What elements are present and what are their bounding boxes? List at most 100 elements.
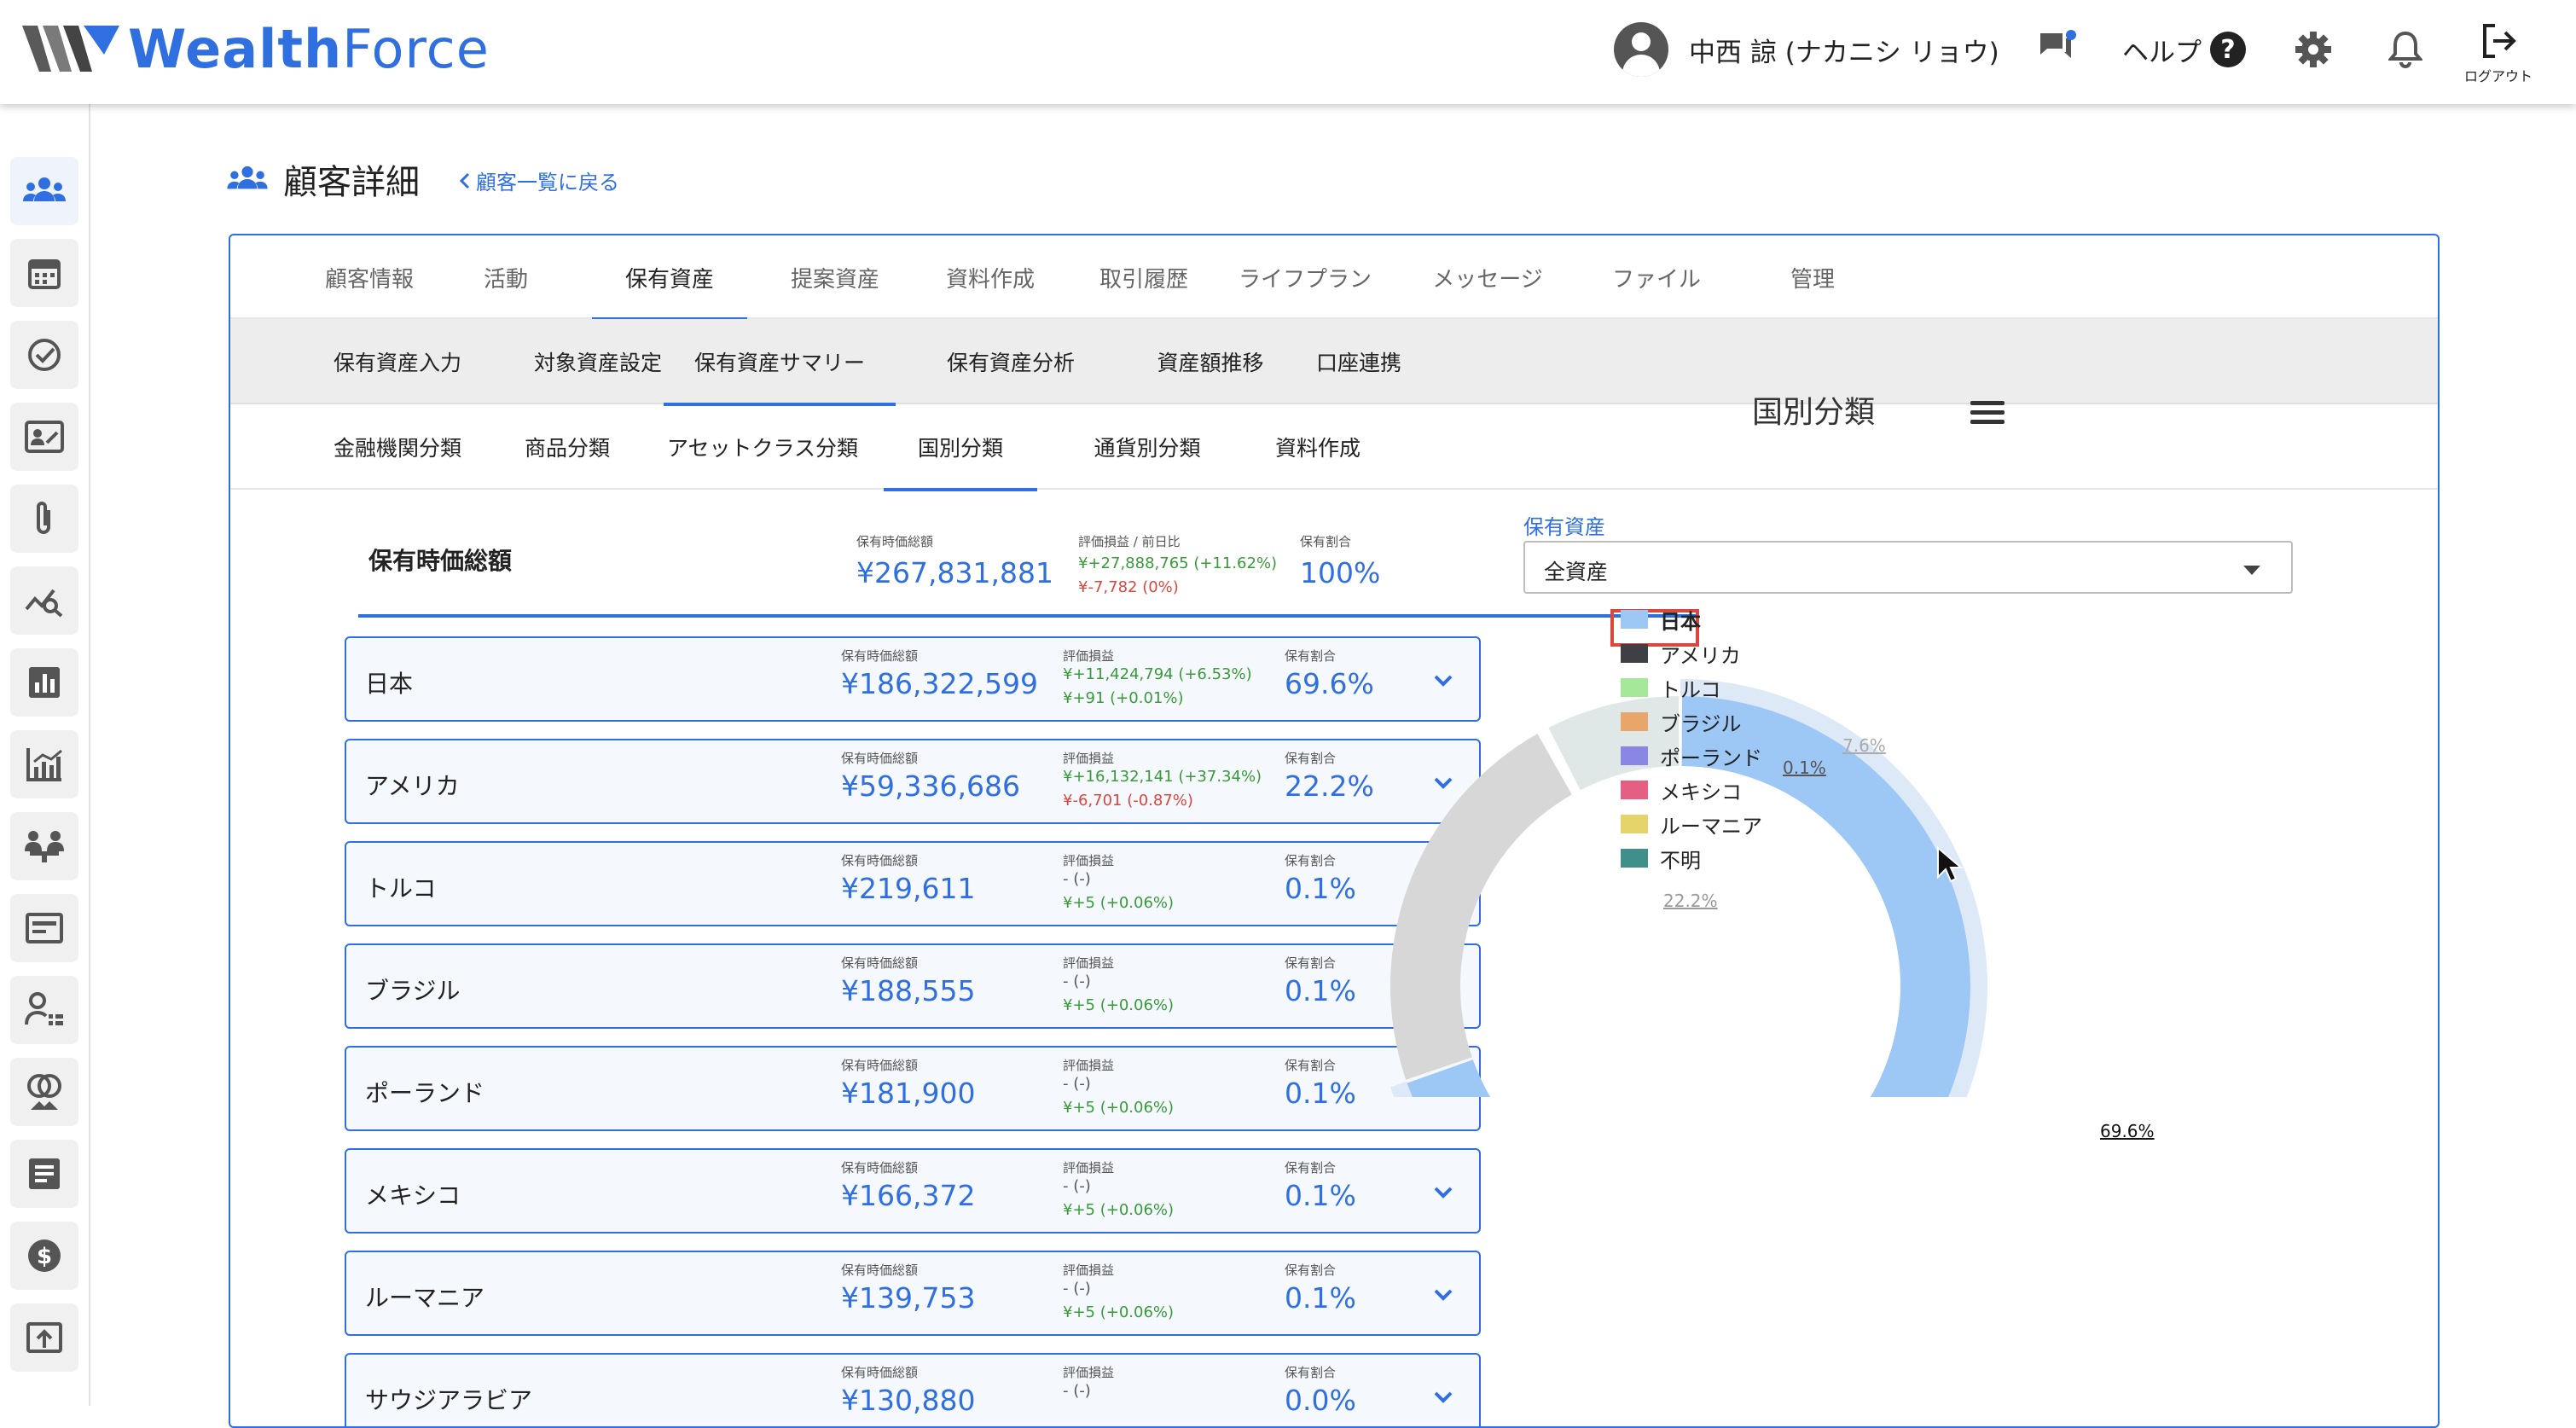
tab-activity[interactable]: 活動 [450,235,561,319]
tab-customer-info[interactable]: 顧客情報 [305,235,433,319]
customer-detail-panel: 顧客情報 活動 保有資産 提案資産 資料作成 取引履歴 ライフプラン メッセージ… [229,234,2440,1428]
legend-item[interactable]: ポーランド [1621,740,1762,771]
tab-life-plan[interactable]: ライフプラン [1220,235,1390,319]
logout-label: ログアウト [2463,68,2532,84]
caret-down-icon [2243,566,2260,575]
tab-messages[interactable]: メッセージ [1402,235,1573,319]
tab-by-asset-class[interactable]: アセットクラス分類 [647,404,879,490]
row-share: 0.1% [1285,1281,1356,1315]
sidebar-item-calendar[interactable] [10,239,78,307]
sidebar-item-statistics[interactable] [10,730,78,798]
calendar-icon [28,259,61,289]
sidebar-item-user-list[interactable] [10,976,78,1044]
brand-logo[interactable]: WealthForce [22,18,490,80]
tab-admin[interactable]: 管理 [1757,235,1868,319]
users-icon [23,177,66,201]
sidebar-item-meetings[interactable] [10,812,78,880]
tab-create-material[interactable]: 資料作成 [1237,404,1399,490]
tab-materials[interactable]: 資料作成 [918,235,1063,319]
tab-holdings-analysis[interactable]: 保有資産分析 [913,319,1109,404]
sidebar-item-tasks[interactable] [10,321,78,389]
legend-item[interactable]: トルコ [1621,672,1721,703]
country-row[interactable]: トルコ 保有時価総額 ¥219,611 評価損益 - (-) ¥+5 (+0.06%) 保有… [345,841,1481,926]
country-name: ポーランド [365,1079,485,1107]
messages-button[interactable] [2034,26,2081,73]
legend-item[interactable]: ルーマニア [1621,809,1762,839]
legend-item[interactable]: メキシコ [1621,775,1742,805]
chevron-down-icon[interactable] [1430,1384,1457,1411]
sidebar-item-customers[interactable] [10,157,78,225]
row-pl-label: 評価損益 [1063,955,1115,971]
sidebar-item-analysis[interactable] [10,566,78,635]
tab-by-currency[interactable]: 通貨別分類 [1049,404,1245,490]
tab-by-product[interactable]: 商品分類 [495,404,640,490]
row-pl-label: 評価損益 [1063,853,1115,868]
user-menu[interactable]: 中西 諒 (ナカニシ リョウ) [1614,22,1999,77]
country-row[interactable]: メキシコ 保有時価総額 ¥166,372 評価損益 - (-) ¥+5 (+0.06%) 保… [345,1148,1481,1234]
chart-menu-button[interactable] [1970,401,2005,430]
legend-item[interactable]: ブラジル [1621,706,1742,737]
tab-by-institution[interactable]: 金融機関分類 [305,404,490,490]
logout-button[interactable]: ログアウト [2460,22,2537,85]
legend-label: ブラジル [1660,711,1742,736]
country-row[interactable]: アメリカ 保有時価総額 ¥59,336,686 評価損益 ¥+16,132,141 (+… [345,739,1481,824]
row-pl-total: - (-) [1063,1382,1091,1400]
row-share-label: 保有割合 [1285,751,1337,766]
tab-proposals[interactable]: 提案資産 [763,235,908,319]
row-value: ¥186,322,599 [841,667,1038,700]
country-name: ルーマニア [365,1284,485,1312]
sidebar-item-life-events[interactable] [10,1058,78,1126]
legend-label: 不明 [1660,848,1701,873]
pie-slice[interactable] [1390,734,1572,1080]
legend-item[interactable]: 不明 [1621,843,1701,874]
tab-holdings-input[interactable]: 保有資産入力 [305,319,490,404]
tab-by-country[interactable]: 国別分類 [884,404,1037,491]
legend-swatch [1621,610,1648,629]
summary-title: 保有時価総額 [368,547,513,575]
sidebar-item-attachments[interactable] [10,485,78,553]
avatar-icon [1614,22,1668,77]
row-pl-label: 評価損益 [1063,751,1115,766]
back-to-list-link[interactable]: 顧客一覧に戻る [457,165,619,195]
tab-account-link[interactable]: 口座連携 [1278,319,1440,404]
country-row[interactable]: 日本 保有時価総額 ¥186,322,599 評価損益 ¥+11,424,794 (+6… [345,636,1481,722]
country-donut-chart [1390,679,1987,1097]
legend-item[interactable]: 日本 [1621,604,1701,635]
tab-holdings[interactable]: 保有資産 [592,235,747,321]
country-row[interactable]: ルーマニア 保有時価総額 ¥139,753 評価損益 - (-) ¥+5 (+0.06%)… [345,1251,1481,1336]
row-pl-total: - (-) [1063,1177,1091,1195]
notifications-button[interactable] [2382,26,2429,73]
meeting-icon [25,831,64,862]
sidebar-item-export[interactable] [10,1303,78,1372]
paperclip-icon [37,502,50,534]
legend-swatch [1621,781,1648,799]
sidebar-item-documents[interactable] [10,894,78,962]
legend-swatch [1621,712,1648,731]
chevron-down-icon[interactable] [1430,1281,1457,1309]
settings-button[interactable] [2289,26,2337,73]
country-row[interactable]: ポーランド 保有時価総額 ¥181,900 評価損益 - (-) ¥+5 (+0.06%)… [345,1046,1481,1131]
tab-transactions[interactable]: 取引履歴 [1071,235,1216,319]
summary-pl-label: 評価損益 / 前日比 [1078,534,1181,549]
sidebar-item-profile-card[interactable] [10,403,78,471]
row-pl-label: 評価損益 [1063,1365,1115,1380]
id-card-icon [25,421,64,453]
country-row[interactable]: ブラジル 保有時価総額 ¥188,555 評価損益 - (-) ¥+5 (+0.06%) 保… [345,943,1481,1029]
row-value: ¥166,372 [841,1179,976,1212]
legend-item[interactable]: アメリカ [1621,638,1741,669]
tab-holdings-summary[interactable]: 保有資産サマリー [664,319,896,406]
row-share-label: 保有割合 [1285,955,1337,971]
tab-files[interactable]: ファイル [1580,235,1733,319]
main-tabs: 顧客情報 活動 保有資産 提案資産 資料作成 取引履歴 ライフプラン メッセージ… [230,235,2438,321]
sidebar-item-notes[interactable] [10,1140,78,1208]
chart-search-icon [25,589,63,618]
help-button[interactable]: ヘルプ ? [2122,26,2246,73]
country-row[interactable]: サウジアラビア 保有時価総額 ¥130,880 評価損益 - (-) 保有割合 0.0% [345,1353,1481,1426]
sidebar-item-reports[interactable] [10,648,78,717]
chevron-down-icon[interactable] [1430,1179,1457,1206]
svg-text:$: $ [37,1244,52,1269]
row-value-label: 保有時価総額 [841,648,919,664]
row-pl-total: - (-) [1063,1280,1091,1297]
sidebar-item-billing[interactable]: $ [10,1222,78,1290]
row-pl-day: ¥+91 (+0.01%) [1063,689,1184,707]
